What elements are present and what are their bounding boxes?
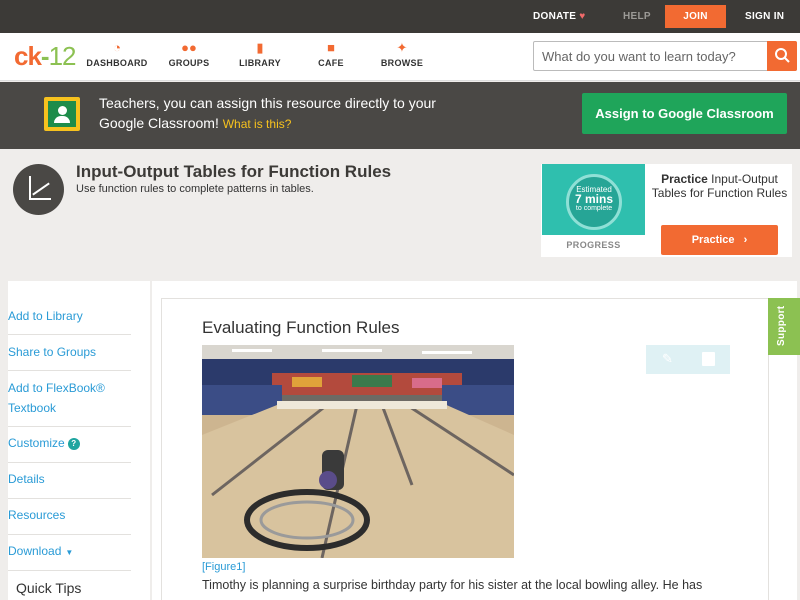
page-title: Input-Output Tables for Function Rules [76,162,392,181]
search-box [533,41,797,71]
top-bar: DONATE ♥ HELP JOIN SIGN IN [0,0,800,33]
groups-icon: ●● [181,40,197,55]
ck12-logo[interactable]: ck-12 [14,41,77,72]
bowling-alley-image [202,345,514,558]
sidebar-item-details[interactable]: Details [8,469,131,499]
support-label: Support [776,305,787,346]
donate-label[interactable]: DONATE [533,11,576,22]
sidebar-item-customize[interactable]: Customize? [8,433,131,463]
sidebar-item-resources[interactable]: Resources [8,505,131,535]
dashboard-icon: ◔ [113,40,121,55]
caret-down-icon: ▼ [65,548,74,557]
what-is-this-link[interactable]: What is this? [223,117,292,131]
nav-label: GROUPS [168,58,210,68]
section-title: Evaluating Function Rules [202,318,400,337]
join-button[interactable]: JOIN [665,5,726,28]
practice-bold: Practice [661,172,708,186]
assign-to-google-classroom-button[interactable]: Assign to Google Classroom [582,93,787,134]
logo-number: 12 [48,41,77,71]
sidebar-item-download[interactable]: Download ▼ [8,541,131,571]
search-icon [775,48,790,63]
search-button[interactable] [767,41,797,71]
chevron-right-icon: › [743,234,748,246]
practice-card: Estimated 7 mins to complete PROGRESS Pr… [541,164,792,257]
donate-link[interactable]: DONATE ♥ [533,0,586,33]
logo-dash: - [40,41,50,71]
page-subtitle: Use function rules to complete patterns … [76,183,314,195]
body-text: Timothy is planning a surprise birthday … [202,578,703,592]
help-link[interactable]: HELP [623,0,651,33]
notes-icon[interactable] [702,352,715,366]
nav-label: LIBRARY [239,58,281,68]
nav-label: BROWSE [380,58,424,68]
pencil-icon[interactable]: ✎ [662,351,673,367]
main-nav: ck-12 ◔ DASHBOARD ●● GROUPS ▮ LIBRARY ■ … [0,33,800,81]
estimated-minutes: 7 mins [574,192,613,206]
estimated-suffix: to complete [575,205,613,212]
nav-label: CAFE [318,58,344,68]
cafe-icon: ■ [327,40,335,55]
sidebar-item-share-to-groups[interactable]: Share to Groups [8,342,131,371]
customize-label: Customize [8,436,65,450]
search-input[interactable] [534,42,768,70]
quick-tips-heading[interactable]: Quick Tips [16,580,81,596]
browse-icon: ✦ [396,40,408,55]
heart-icon: ♥ [579,11,586,22]
sidebar-item-add-to-flexbook[interactable]: Add to FlexBook® Textbook [8,378,131,427]
estimated-time-badge: Estimated 7 mins to complete [566,174,622,230]
nav-item-library[interactable]: ▮ LIBRARY [225,40,295,68]
nav-item-groups[interactable]: ●● GROUPS [154,40,224,68]
google-classroom-icon [44,97,80,131]
nav-label: DASHBOARD [86,58,148,68]
support-tab[interactable]: Support [768,298,800,355]
practice-button-label: Practice [691,234,735,246]
sidebar-item-add-to-library[interactable]: Add to Library [8,306,131,335]
practice-description: Practice Input-Output Tables for Functio… [651,172,788,200]
progress-label: PROGRESS [566,240,621,250]
download-label: Download [8,544,62,558]
sign-in-link[interactable]: SIGN IN [745,0,784,33]
nav-item-cafe[interactable]: ■ CAFE [296,40,366,68]
nav-item-dashboard[interactable]: ◔ DASHBOARD [82,40,152,68]
logo-ck: ck [14,41,42,71]
progress-panel: Estimated 7 mins to complete [542,164,645,235]
teacher-banner-text: Teachers, you can assign this resource d… [99,93,459,134]
tools-panel: ✎ [646,345,730,374]
library-icon: ▮ [256,40,264,55]
help-icon[interactable]: ? [67,438,80,450]
function-graph-icon [13,164,64,215]
practice-button[interactable]: Practice › [661,225,778,255]
nav-item-browse[interactable]: ✦ BROWSE [367,40,437,68]
figure-caption[interactable]: [Figure1] [202,561,245,573]
